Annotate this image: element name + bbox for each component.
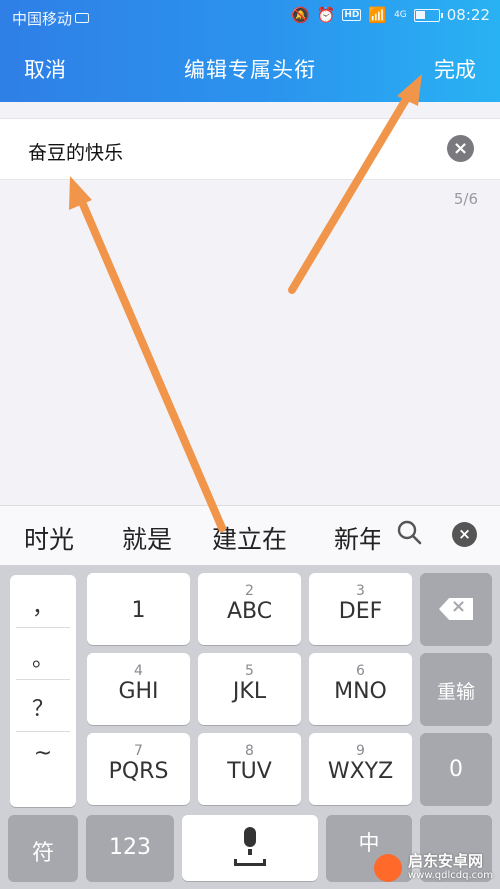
key-2[interactable]: 2 ABC	[198, 573, 301, 645]
title-bar: 取消 编辑专属头衔 完成	[0, 34, 500, 102]
key-7[interactable]: 7 PQRS	[87, 733, 190, 805]
numeric-key[interactable]: 123	[86, 815, 174, 881]
alarm-icon: ⏰	[316, 6, 336, 24]
punct-key[interactable]: ？	[10, 691, 76, 723]
done-button[interactable]: 完成	[434, 54, 476, 84]
symbol-key[interactable]: 符	[8, 815, 78, 881]
search-icon[interactable]	[396, 519, 422, 551]
wifi-icon: 📶	[368, 6, 388, 24]
backspace-icon: ×	[439, 598, 473, 624]
status-bar: 中国移动 🔕 ⏰ HD 📶 4G 08:22	[0, 0, 500, 34]
key-9[interactable]: 9 WXYZ	[309, 733, 412, 805]
punct-key[interactable]: ~	[10, 741, 76, 766]
key-3[interactable]: 3 DEF	[309, 573, 412, 645]
key-4[interactable]: 4 GHI	[87, 653, 190, 725]
key-8[interactable]: 8 TUV	[198, 733, 301, 805]
title-input-value: 奋豆的快乐	[28, 142, 124, 164]
space-voice-key[interactable]	[182, 815, 318, 881]
punct-key[interactable]: 。	[10, 641, 76, 673]
arrow-to-input	[69, 176, 226, 532]
char-counter: 5/6	[453, 190, 478, 208]
carrier-label: 中国移动	[12, 8, 90, 29]
candidate-item[interactable]: 建立在	[212, 520, 287, 556]
key-1[interactable]: 1	[87, 573, 190, 645]
arrow-to-done	[288, 74, 422, 294]
clock: 08:22	[446, 6, 490, 24]
key-6[interactable]: 6 MNO	[309, 653, 412, 725]
punctuation-panel: ， 。 ？ ~	[10, 575, 76, 807]
key-0[interactable]: 0	[420, 733, 492, 805]
header: 中国移动 🔕 ⏰ HD 📶 4G 08:22 取消 编辑专属头衔 完成	[0, 0, 500, 102]
candidate-item[interactable]: 就是	[122, 520, 172, 556]
message-icon	[75, 13, 90, 23]
reenter-button[interactable]: 重输	[420, 653, 492, 725]
battery-icon	[413, 8, 443, 22]
close-icon[interactable]: ×	[452, 522, 477, 547]
key-5[interactable]: 5 JKL	[198, 653, 301, 725]
microphone-icon	[182, 827, 318, 866]
status-icons: 🔕 ⏰ HD 📶 4G 08:22	[291, 6, 490, 24]
clear-icon[interactable]: ×	[447, 135, 474, 162]
candidate-item[interactable]: 新年	[334, 520, 380, 556]
screen: 中国移动 🔕 ⏰ HD 📶 4G 08:22 取消 编辑专属头衔 完成 奋豆的快…	[0, 0, 500, 889]
mute-icon: 🔕	[290, 6, 310, 24]
backspace-button[interactable]: ×	[420, 573, 492, 645]
title-input[interactable]: 奋豆的快乐	[0, 118, 500, 180]
watermark-logo-icon	[374, 854, 402, 882]
network-label: 4G	[394, 10, 407, 20]
page-title: 编辑专属头衔	[184, 58, 316, 82]
candidate-item[interactable]: 时光	[24, 520, 74, 556]
watermark: 启东安卓网 www.qdlcdq.com	[368, 848, 498, 888]
punct-key[interactable]: ，	[10, 589, 76, 621]
candidate-bar: 时光 就是 建立在 新年	[0, 505, 500, 565]
hd-badge: HD	[342, 9, 362, 21]
